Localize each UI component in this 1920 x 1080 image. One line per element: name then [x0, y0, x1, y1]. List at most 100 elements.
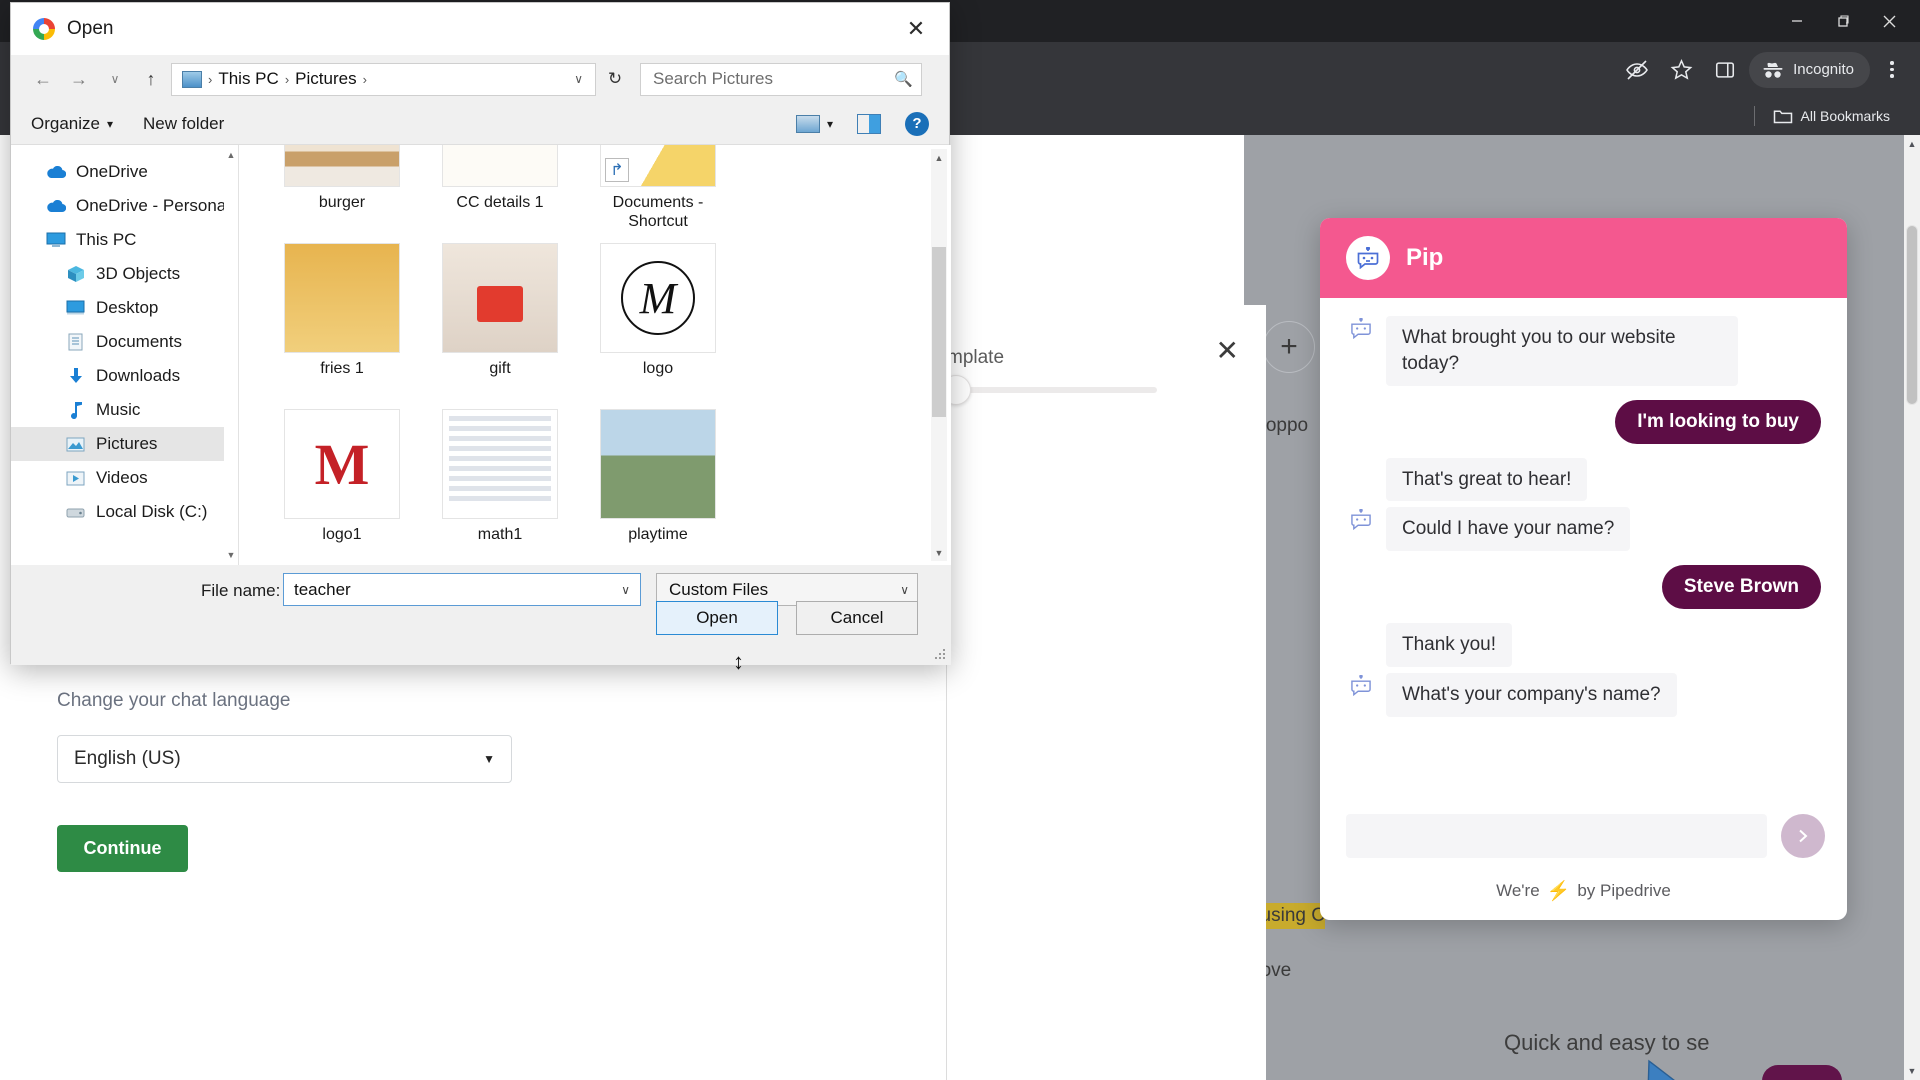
download-icon: [65, 367, 86, 386]
template-modal-title: mplate: [947, 347, 1005, 368]
scroll-down-arrow[interactable]: ▼: [224, 547, 238, 563]
chat-launcher-button[interactable]: [1762, 1065, 1842, 1080]
incognito-indicator[interactable]: Incognito: [1749, 51, 1870, 88]
file-thumbnail: [442, 145, 558, 187]
sidebar-item-pictures[interactable]: Pictures: [11, 427, 238, 461]
sidebar-item-videos[interactable]: Videos: [11, 461, 238, 495]
file-tile[interactable]: math1: [421, 403, 579, 565]
sidebar-item-label: Desktop: [96, 298, 159, 317]
dialog-command-bar: Organize ▾ New folder ▾ ?: [11, 103, 949, 145]
pip-send-button[interactable]: [1781, 814, 1825, 858]
restore-button[interactable]: [1820, 0, 1866, 42]
file-open-dialog: Open ✕ ← → ∨ ↑ › This PC › Pictures › ∨ …: [10, 2, 951, 673]
organize-button[interactable]: Organize ▾: [31, 114, 113, 134]
eye-off-icon[interactable]: [1617, 50, 1657, 90]
search-input[interactable]: Search Pictures 🔍: [640, 62, 922, 96]
sidebar-item-onedrive[interactable]: OneDrive: [11, 155, 238, 189]
template-modal-slider[interactable]: [941, 375, 1157, 405]
preview-pane-icon[interactable]: [857, 113, 881, 134]
breadcrumb-item-pictures[interactable]: Pictures: [295, 69, 356, 89]
chevron-down-icon[interactable]: ∨: [568, 72, 589, 86]
scrollbar-thumb[interactable]: [1906, 225, 1918, 405]
help-icon[interactable]: ?: [905, 111, 929, 136]
open-button[interactable]: Open: [656, 601, 778, 635]
bot-message: Thank you!: [1386, 623, 1512, 668]
sidebar-item-label: Pictures: [96, 434, 158, 453]
change-view-button[interactable]: ▾: [795, 114, 833, 133]
three-dots-vertical-icon[interactable]: [1874, 50, 1910, 90]
close-button[interactable]: [1866, 0, 1912, 42]
pip-message-input[interactable]: [1346, 814, 1767, 858]
file-tile[interactable]: M logo: [579, 237, 737, 403]
disk-icon: [65, 503, 86, 522]
scrollbar-thumb[interactable]: [932, 247, 946, 417]
message-row: What brought you to our website today?: [1346, 316, 1821, 386]
file-tile[interactable]: M logo1: [263, 403, 421, 565]
organize-label: Organize: [31, 113, 100, 133]
breadcrumb-item-this-pc[interactable]: This PC: [218, 69, 278, 89]
sidebar-item-documents[interactable]: Documents: [11, 325, 238, 359]
file-thumbnail: [442, 243, 558, 353]
sidebar-item-music[interactable]: Music: [11, 393, 238, 427]
scroll-down-arrow[interactable]: ▼: [931, 544, 947, 561]
side-panel-icon[interactable]: [1705, 50, 1745, 90]
minimize-button[interactable]: [1774, 0, 1820, 42]
refresh-icon[interactable]: ↻: [600, 64, 630, 94]
template-modal-close-icon[interactable]: ✕: [1216, 337, 1239, 365]
chevron-down-icon[interactable]: ∨: [617, 583, 634, 597]
file-tile[interactable]: playtime: [579, 403, 737, 565]
dialog-resize-grip[interactable]: [933, 647, 947, 661]
continue-button[interactable]: Continue: [57, 825, 188, 872]
sidebar-item-3d-objects[interactable]: 3D Objects: [11, 257, 238, 291]
scroll-up-arrow[interactable]: ▲: [224, 147, 238, 163]
window-controls: [1774, 0, 1912, 42]
sidebar-scrollbar[interactable]: ▲ ▼: [224, 145, 238, 565]
file-thumbnail: [284, 243, 400, 353]
file-tile[interactable]: CC details 1: [421, 145, 579, 237]
file-name-input[interactable]: teacher ∨: [283, 573, 641, 606]
pip-footer: We're ⚡ by Pipedrive: [1320, 862, 1847, 920]
page-scrollbar[interactable]: ▲ ▼: [1904, 135, 1920, 1080]
sidebar-item-downloads[interactable]: Downloads: [11, 359, 238, 393]
star-icon[interactable]: [1661, 50, 1701, 90]
sidebar-item-this-pc[interactable]: This PC: [11, 223, 238, 257]
recent-locations-button[interactable]: ∨: [99, 63, 131, 95]
forward-button[interactable]: →: [63, 63, 95, 95]
file-label: gift: [489, 360, 511, 377]
view-icon: [795, 114, 820, 133]
command-bar-right: ▾ ?: [795, 111, 929, 136]
video-icon: [65, 469, 86, 488]
sidebar-item-desktop[interactable]: Desktop: [11, 291, 238, 325]
scroll-up-arrow[interactable]: ▲: [931, 149, 947, 166]
scrollbar-down-arrow[interactable]: ▼: [1904, 1062, 1920, 1080]
chat-language-value: English (US): [74, 748, 181, 769]
up-button[interactable]: ↑: [135, 63, 167, 95]
pip-header: Pip: [1320, 218, 1847, 298]
bot-message: What brought you to our website today?: [1386, 316, 1738, 386]
file-tile[interactable]: burger: [263, 145, 421, 237]
sidebar-item-onedrive-personal[interactable]: OneDrive - Personal: [11, 189, 238, 223]
robot-icon: [1346, 316, 1376, 340]
user-message: Steve Brown: [1661, 565, 1821, 610]
dialog-close-button[interactable]: ✕: [895, 9, 937, 49]
add-button[interactable]: +: [1263, 321, 1315, 373]
pip-input-bar: [1320, 804, 1847, 862]
breadcrumb-separator: ›: [362, 71, 367, 87]
scrollbar-up-arrow[interactable]: ▲: [1904, 135, 1920, 153]
file-tile[interactable]: gift: [421, 237, 579, 403]
toolbar-actions: Incognito: [1617, 42, 1910, 97]
sidebar-item-local-disk-c[interactable]: Local Disk (C:): [11, 495, 238, 529]
cancel-button[interactable]: Cancel: [796, 601, 918, 635]
file-label: logo1: [322, 526, 362, 543]
file-grid-scrollbar[interactable]: ▲ ▼: [931, 149, 947, 561]
new-folder-button[interactable]: New folder: [143, 114, 224, 134]
chat-language-select[interactable]: English (US) ▼: [57, 735, 512, 783]
file-tile[interactable]: fries 1: [263, 237, 421, 403]
bot-message: That's great to hear!: [1386, 457, 1588, 502]
all-bookmarks-button[interactable]: All Bookmarks: [1773, 108, 1890, 125]
file-tile[interactable]: Documents - Shortcut: [579, 145, 737, 237]
breadcrumb[interactable]: › This PC › Pictures › ∨: [171, 62, 596, 96]
dialog-navigation-bar: ← → ∨ ↑ › This PC › Pictures › ∨ ↻ Searc…: [11, 55, 949, 103]
dialog-main: OneDrive OneDrive - Personal This PC 3D …: [11, 145, 951, 565]
back-button[interactable]: ←: [27, 63, 59, 95]
